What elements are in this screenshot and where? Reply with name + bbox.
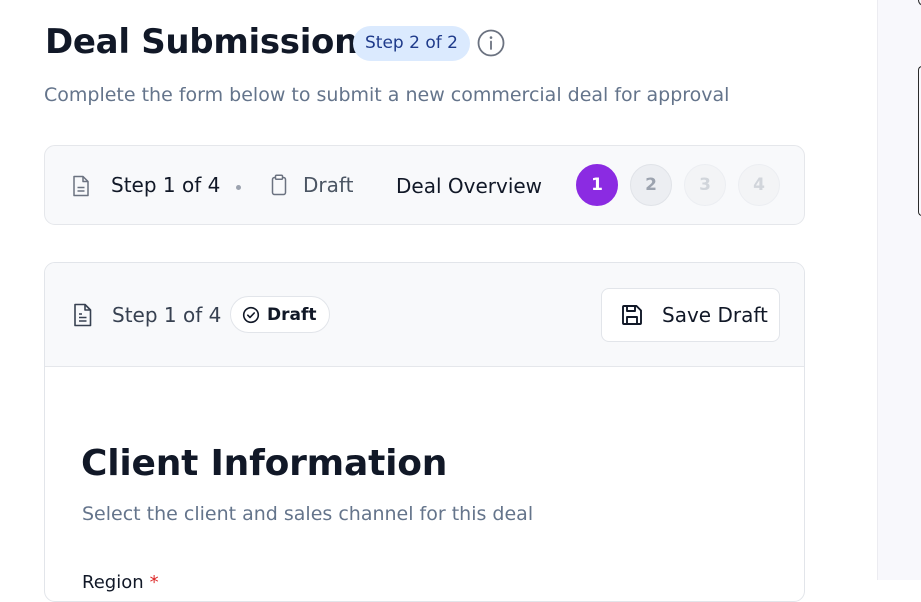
required-marker: *: [149, 572, 159, 593]
clipboard-icon: [271, 174, 287, 196]
check-circle-icon: [242, 306, 260, 323]
status-badge: Draft: [230, 296, 330, 333]
file-text-icon: [74, 303, 92, 327]
stepper-status: Draft: [303, 173, 354, 197]
region-field-label: Region *: [82, 572, 159, 593]
step-circle-1[interactable]: 1: [576, 164, 618, 206]
right-side-panel: [877, 0, 921, 580]
stepper-step-text: Step 1 of 4: [111, 173, 221, 197]
page-subtitle: Complete the form below to submit a new …: [44, 84, 730, 106]
step-circle-4[interactable]: 4: [738, 164, 780, 206]
file-text-icon: [73, 175, 89, 197]
card-header: Step 1 of 4 Draft Save Draft: [45, 263, 804, 367]
page-title: Deal Submission: [45, 22, 359, 62]
region-label-text: Region: [82, 572, 144, 593]
step-circle-2[interactable]: 2: [630, 164, 672, 206]
save-draft-label: Save Draft: [662, 303, 768, 327]
separator-dot: [236, 185, 241, 190]
stepper-section-name: Deal Overview: [396, 174, 543, 198]
info-icon[interactable]: [476, 28, 506, 58]
section-description: Select the client and sales channel for …: [82, 503, 534, 525]
section-title: Client Information: [81, 443, 448, 484]
step-progress-pill: Step 2 of 2: [353, 26, 470, 61]
stepper-bar: Step 1 of 4 Draft Deal Overview 1 2 3 4: [44, 145, 805, 225]
status-badge-label: Draft: [267, 304, 317, 325]
save-draft-button[interactable]: Save Draft: [601, 288, 780, 342]
form-card: Step 1 of 4 Draft Save Draft Client Info…: [44, 262, 805, 602]
step-circle-3[interactable]: 3: [684, 164, 726, 206]
card-step-text: Step 1 of 4: [112, 303, 222, 327]
save-icon: [622, 305, 642, 325]
